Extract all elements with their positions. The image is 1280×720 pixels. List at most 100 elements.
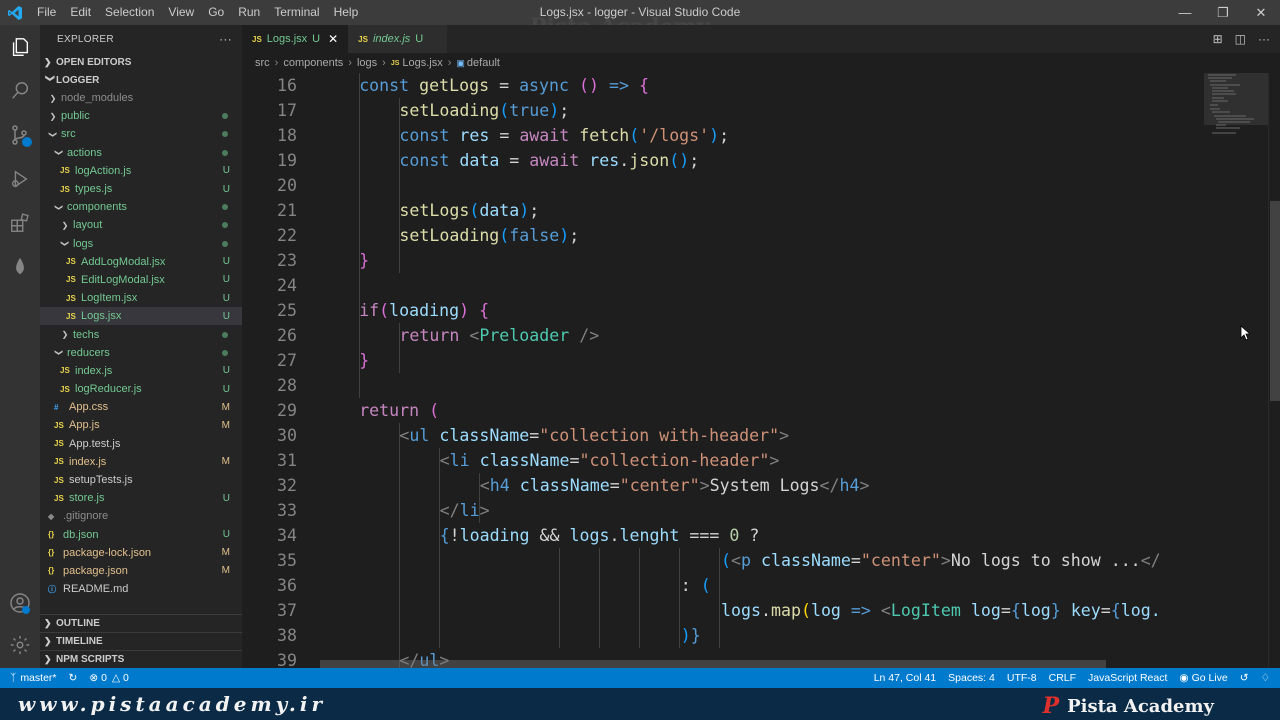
section-timeline[interactable]: ❯ TIMELINE bbox=[40, 632, 242, 650]
tree-item-app-css[interactable]: # App.css M bbox=[40, 398, 242, 416]
end-of-line[interactable]: CRLF bbox=[1043, 672, 1082, 684]
tree-item-logs[interactable]: ❯ logs bbox=[40, 235, 242, 253]
tree-item-store-js[interactable]: JS store.js U bbox=[40, 489, 242, 507]
split-editor-icon[interactable]: ◫ bbox=[1235, 32, 1246, 46]
jsx-file-icon: JS bbox=[66, 257, 76, 267]
menu-view[interactable]: View bbox=[161, 0, 201, 25]
tree-item-logitem-jsx[interactable]: JS LogItem.jsx U bbox=[40, 289, 242, 307]
menu-help[interactable]: Help bbox=[327, 0, 366, 25]
open-editors-section[interactable]: ❯ OPEN EDITORS bbox=[40, 53, 242, 71]
tree-item-types-js[interactable]: JS types.js U bbox=[40, 180, 242, 198]
close-window-icon[interactable]: ✕ bbox=[1242, 0, 1280, 25]
extensions-icon[interactable] bbox=[0, 201, 40, 245]
chevron-right-icon: › bbox=[382, 57, 386, 69]
tab-logs-jsx[interactable]: JS Logs.jsx U ✕ bbox=[242, 25, 349, 53]
more-actions-icon[interactable]: ··· bbox=[219, 32, 232, 46]
vertical-scrollbar-thumb[interactable] bbox=[1270, 201, 1280, 401]
code-line: 36: ( bbox=[242, 573, 1202, 598]
settings-gear-icon[interactable] bbox=[0, 623, 40, 667]
source-control-icon[interactable] bbox=[0, 113, 40, 157]
go-live-button[interactable]: ◉ Go Live bbox=[1173, 672, 1233, 684]
tab-index-js[interactable]: JS index.js U bbox=[348, 25, 448, 53]
code-token: } bbox=[359, 351, 370, 370]
breadcrumb-item[interactable]: logs bbox=[357, 57, 377, 69]
breadcrumb-item[interactable]: src bbox=[255, 57, 270, 69]
git-status-badge: U bbox=[222, 492, 230, 504]
tree-item-reducers-index-js[interactable]: JS index.js U bbox=[40, 362, 242, 380]
tree-item-logreducer-js[interactable]: JS logReducer.js U bbox=[40, 380, 242, 398]
sync-icon[interactable]: ↻ bbox=[63, 672, 84, 684]
minimap[interactable] bbox=[1202, 73, 1268, 668]
chevron-right-icon: ❯ bbox=[61, 220, 69, 230]
code-token: </ bbox=[439, 501, 460, 520]
cursor-position[interactable]: Ln 47, Col 41 bbox=[868, 672, 942, 684]
tree-item-components[interactable]: ❯ components bbox=[40, 198, 242, 216]
line-number: 38 bbox=[277, 626, 297, 645]
live-share-icon[interactable]: ↺ bbox=[1234, 672, 1255, 684]
explorer-icon[interactable] bbox=[0, 25, 40, 69]
tree-item-logs-jsx[interactable]: JS Logs.jsx U bbox=[40, 307, 242, 326]
tree-item-app-js[interactable]: JS App.js M bbox=[40, 416, 242, 434]
error-icon: ⊗ bbox=[89, 672, 99, 684]
tree-item-db-json[interactable]: {} db.json U bbox=[40, 526, 242, 544]
run-debug-icon[interactable] bbox=[0, 157, 40, 201]
tree-item-setuptests-js[interactable]: JS setupTests.js bbox=[40, 471, 242, 489]
tree-item-techs[interactable]: ❯ techs bbox=[40, 325, 242, 343]
menu-go[interactable]: Go bbox=[201, 0, 231, 25]
tree-item-layout[interactable]: ❯ layout bbox=[40, 216, 242, 234]
tree-item-node-modules[interactable]: ❯ node_modules bbox=[40, 89, 242, 107]
notifications-bell-icon[interactable]: ♢ bbox=[1255, 672, 1280, 684]
code-token: Preloader bbox=[479, 326, 570, 345]
tree-item-gitignore[interactable]: ◆ .gitignore bbox=[40, 507, 242, 525]
mongodb-leaf-icon[interactable] bbox=[0, 245, 40, 289]
tree-item-logaction-js[interactable]: JS logAction.js U bbox=[40, 162, 242, 180]
section-outline[interactable]: ❯ OUTLINE bbox=[40, 614, 242, 632]
horizontal-scrollbar-thumb[interactable] bbox=[320, 660, 1106, 668]
breadcrumb-item[interactable]: default bbox=[467, 57, 500, 69]
tree-item-reducers[interactable]: ❯ reducers bbox=[40, 344, 242, 362]
search-icon[interactable] bbox=[0, 69, 40, 113]
code-token: data bbox=[479, 201, 520, 220]
tree-item-editlogmodal-jsx[interactable]: JS EditLogModal.jsx U bbox=[40, 271, 242, 289]
open-changes-icon[interactable]: ⊞ bbox=[1213, 32, 1223, 46]
section-npm-scripts[interactable]: ❯ NPM SCRIPTS bbox=[40, 650, 242, 668]
problems-indicator[interactable]: ⊗ 0 △ 0 bbox=[83, 672, 135, 684]
breadcrumb-item[interactable]: Logs.jsx bbox=[402, 57, 442, 69]
tree-item-actions[interactable]: ❯ actions bbox=[40, 144, 242, 162]
close-tab-icon[interactable]: ✕ bbox=[328, 32, 338, 46]
vertical-scrollbar[interactable] bbox=[1268, 73, 1280, 668]
breadcrumb-item[interactable]: components bbox=[283, 57, 343, 69]
language-mode[interactable]: JavaScript React bbox=[1082, 672, 1173, 684]
js-file-icon: JS bbox=[60, 366, 70, 376]
tree-item-public[interactable]: ❯ public bbox=[40, 107, 242, 125]
menu-file[interactable]: File bbox=[30, 0, 63, 25]
menu-terminal[interactable]: Terminal bbox=[267, 0, 326, 25]
line-number: 19 bbox=[277, 151, 297, 170]
project-section[interactable]: ❯ LOGGER bbox=[40, 71, 242, 89]
tree-item-package-json[interactable]: {} package.json M bbox=[40, 562, 242, 580]
menu-run[interactable]: Run bbox=[231, 0, 267, 25]
account-icon[interactable] bbox=[0, 581, 40, 625]
tree-item-addlogmodal-jsx[interactable]: JS AddLogModal.jsx U bbox=[40, 253, 242, 271]
restore-icon[interactable]: ❐ bbox=[1204, 0, 1242, 25]
tree-item-readme-md[interactable]: ⓘ README.md bbox=[40, 580, 242, 598]
encoding[interactable]: UTF-8 bbox=[1001, 672, 1043, 684]
code-token: h4 bbox=[839, 476, 860, 495]
minimize-icon[interactable]: — bbox=[1166, 0, 1204, 25]
menu-selection[interactable]: Selection bbox=[98, 0, 161, 25]
tree-item-src[interactable]: ❯ src bbox=[40, 125, 242, 143]
more-editor-actions-icon[interactable]: ··· bbox=[1258, 32, 1270, 46]
code-token: { bbox=[479, 301, 490, 320]
tree-item-label: LogItem.jsx bbox=[81, 292, 138, 305]
code-editor[interactable]: 16 const getLogs = async () => {17 setLoad… bbox=[242, 73, 1202, 668]
code-line: 33 </li> bbox=[242, 498, 1202, 523]
menu-edit[interactable]: Edit bbox=[63, 0, 98, 25]
branch-indicator[interactable]: ᛉ master* bbox=[0, 672, 63, 684]
js-file-icon: JS bbox=[54, 457, 64, 467]
tree-item-app-test-js[interactable]: JS App.test.js bbox=[40, 435, 242, 453]
tree-item-src-index-js[interactable]: JS index.js M bbox=[40, 453, 242, 471]
indentation[interactable]: Spaces: 4 bbox=[942, 672, 1001, 684]
line-number: 37 bbox=[277, 601, 297, 620]
tree-item-package-lock-json[interactable]: {} package-lock.json M bbox=[40, 544, 242, 562]
